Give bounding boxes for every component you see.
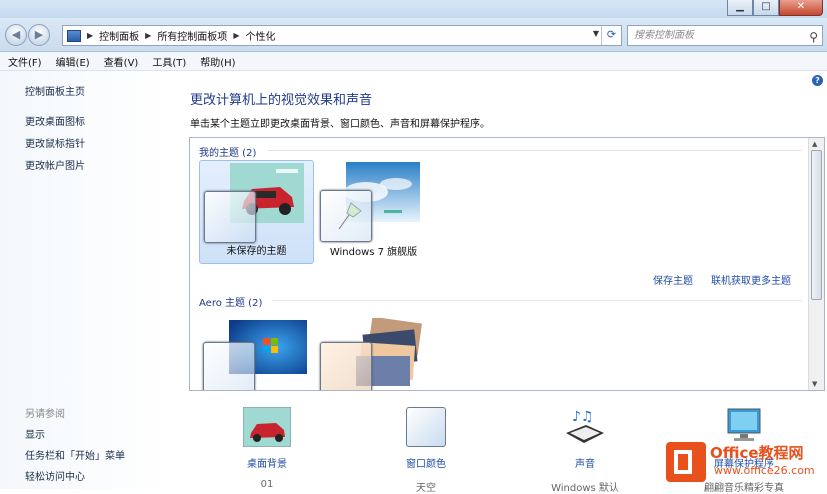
color-swatch (320, 190, 372, 242)
color-swatch (204, 191, 256, 243)
menu-bar: 文件(F) 编辑(E) 查看(V) 工具(T) 帮助(H) (0, 52, 827, 71)
theme-label: 未保存的主题 (226, 246, 287, 257)
page-subtitle: 单击某个主题立即更改桌面背景、窗口颜色、声音和屏幕保护程序。 (190, 119, 490, 130)
search-icon[interactable]: ⚲ (809, 28, 818, 47)
control-panel-icon (67, 29, 81, 42)
theme-tile-architecture[interactable] (316, 314, 431, 390)
theme-tile-windows7-ultimate[interactable]: Windows 7 旗舰版 (316, 160, 431, 264)
see-also-display[interactable]: 显示 (25, 426, 45, 441)
scroll-down-icon[interactable]: ▼ (812, 380, 817, 388)
menu-help[interactable]: 帮助(H) (200, 54, 235, 69)
breadcrumb-control-panel[interactable]: 控制面板 (99, 28, 139, 43)
menu-file[interactable]: 文件(F) (8, 54, 42, 69)
desktop-background-value: 01 (260, 479, 274, 490)
watermark: Office教程网 www.office26.com (664, 438, 824, 486)
pushpin-icon (338, 202, 362, 230)
color-swatch (203, 342, 255, 390)
see-also-taskbar[interactable]: 任务栏和「开始」菜单 (25, 447, 125, 462)
sound-setting[interactable]: ♪♫ 声音 Windows 默认 (540, 407, 630, 494)
scrollbar[interactable]: ▲ ▼ (808, 138, 824, 390)
breadcrumb-all-items[interactable]: 所有控制面板项 (157, 28, 227, 43)
sound-icon: ♪♫ (562, 407, 608, 447)
sidebar-link-home[interactable]: 控制面板主页 (25, 83, 85, 98)
breadcrumb-chevron-icon[interactable]: ▶ (233, 31, 239, 40)
theme-list: 我的主题 (2) 未保存的主题 Windows 7 旗舰版 保存主题 联机获取更… (189, 137, 825, 391)
back-button[interactable]: ◀ (5, 24, 27, 46)
desktop-background-icon (242, 406, 292, 448)
main-content: ? 更改计算机上的视觉效果和声音 单击某个主题立即更改桌面背景、窗口颜色、声音和… (172, 71, 827, 494)
help-icon[interactable]: ? (812, 75, 823, 86)
menu-tools[interactable]: 工具(T) (152, 54, 186, 69)
desktop-background-label: 桌面背景 (247, 459, 287, 470)
see-also-title: 另请参阅 (25, 409, 65, 420)
address-bar[interactable]: ▶ 控制面板 ▶ 所有控制面板项 ▶ 个性化 ▼ ⟳ (62, 25, 622, 46)
sidebar-link-account-picture[interactable]: 更改帐户图片 (25, 157, 85, 172)
desktop-background-setting[interactable]: 桌面背景 01 (222, 406, 312, 490)
sound-label: 声音 (575, 459, 595, 470)
navigation-bar: ◀ ▶ ▶ 控制面板 ▶ 所有控制面板项 ▶ 个性化 ▼ ⟳ 搜索控制面板 ⚲ (0, 18, 827, 52)
window-controls: ▁ □ ✕ (727, 0, 823, 16)
watermark-url: www.office26.com (714, 464, 815, 477)
scroll-thumb[interactable] (811, 150, 822, 300)
menu-edit[interactable]: 编辑(E) (56, 54, 90, 69)
search-placeholder: 搜索控制面板 (634, 30, 694, 41)
menu-view[interactable]: 查看(V) (104, 54, 139, 69)
see-also-ease-of-access[interactable]: 轻松访问中心 (25, 468, 85, 483)
save-theme-link[interactable]: 保存主题 (653, 272, 693, 287)
aero-themes-header: Aero 主题 (2) (199, 298, 263, 309)
color-swatch (320, 342, 372, 390)
get-more-themes-link[interactable]: 联机获取更多主题 (711, 272, 791, 287)
refresh-icon[interactable]: ⟳ (601, 26, 621, 45)
page-title: 更改计算机上的视觉效果和声音 (190, 93, 373, 108)
breadcrumb-personalization[interactable]: 个性化 (245, 28, 275, 43)
breadcrumb-chevron-icon[interactable]: ▶ (87, 31, 93, 40)
window-color-value: 天空 (416, 483, 436, 494)
sidebar-link-mouse-pointer[interactable]: 更改鼠标指针 (25, 135, 85, 150)
forward-button[interactable]: ▶ (28, 24, 50, 46)
theme-tile-unsaved[interactable]: 未保存的主题 (199, 160, 314, 264)
sound-value: Windows 默认 (551, 483, 619, 494)
group-divider (272, 300, 802, 301)
theme-tile-windows7[interactable] (199, 314, 314, 390)
breadcrumb-chevron-icon[interactable]: ▶ (145, 31, 151, 40)
svg-text:♪♫: ♪♫ (572, 409, 594, 425)
my-themes-header: 我的主题 (2) (199, 148, 257, 159)
theme-label: Windows 7 旗舰版 (329, 247, 418, 258)
office-logo-icon (666, 442, 706, 482)
close-button[interactable]: ✕ (779, 0, 823, 16)
title-bar: ▁ □ ✕ (0, 0, 827, 18)
chevron-down-icon[interactable]: ▼ (593, 29, 599, 38)
window-color-label: 窗口颜色 (406, 459, 446, 470)
sidebar-link-desktop-icons[interactable]: 更改桌面图标 (25, 113, 85, 128)
scroll-up-icon[interactable]: ▲ (812, 140, 817, 148)
watermark-brand: Office教程网 (710, 444, 804, 462)
group-divider (268, 150, 802, 151)
maximize-button[interactable]: □ (753, 0, 779, 16)
window-color-setting[interactable]: 窗口颜色 天空 (381, 407, 471, 494)
minimize-button[interactable]: ▁ (727, 0, 753, 16)
search-input[interactable]: 搜索控制面板 ⚲ (627, 25, 823, 46)
sidebar: 控制面板主页 更改桌面图标 更改鼠标指针 更改帐户图片 另请参阅 显示 任务栏和… (0, 71, 172, 489)
window-color-icon (406, 407, 446, 447)
